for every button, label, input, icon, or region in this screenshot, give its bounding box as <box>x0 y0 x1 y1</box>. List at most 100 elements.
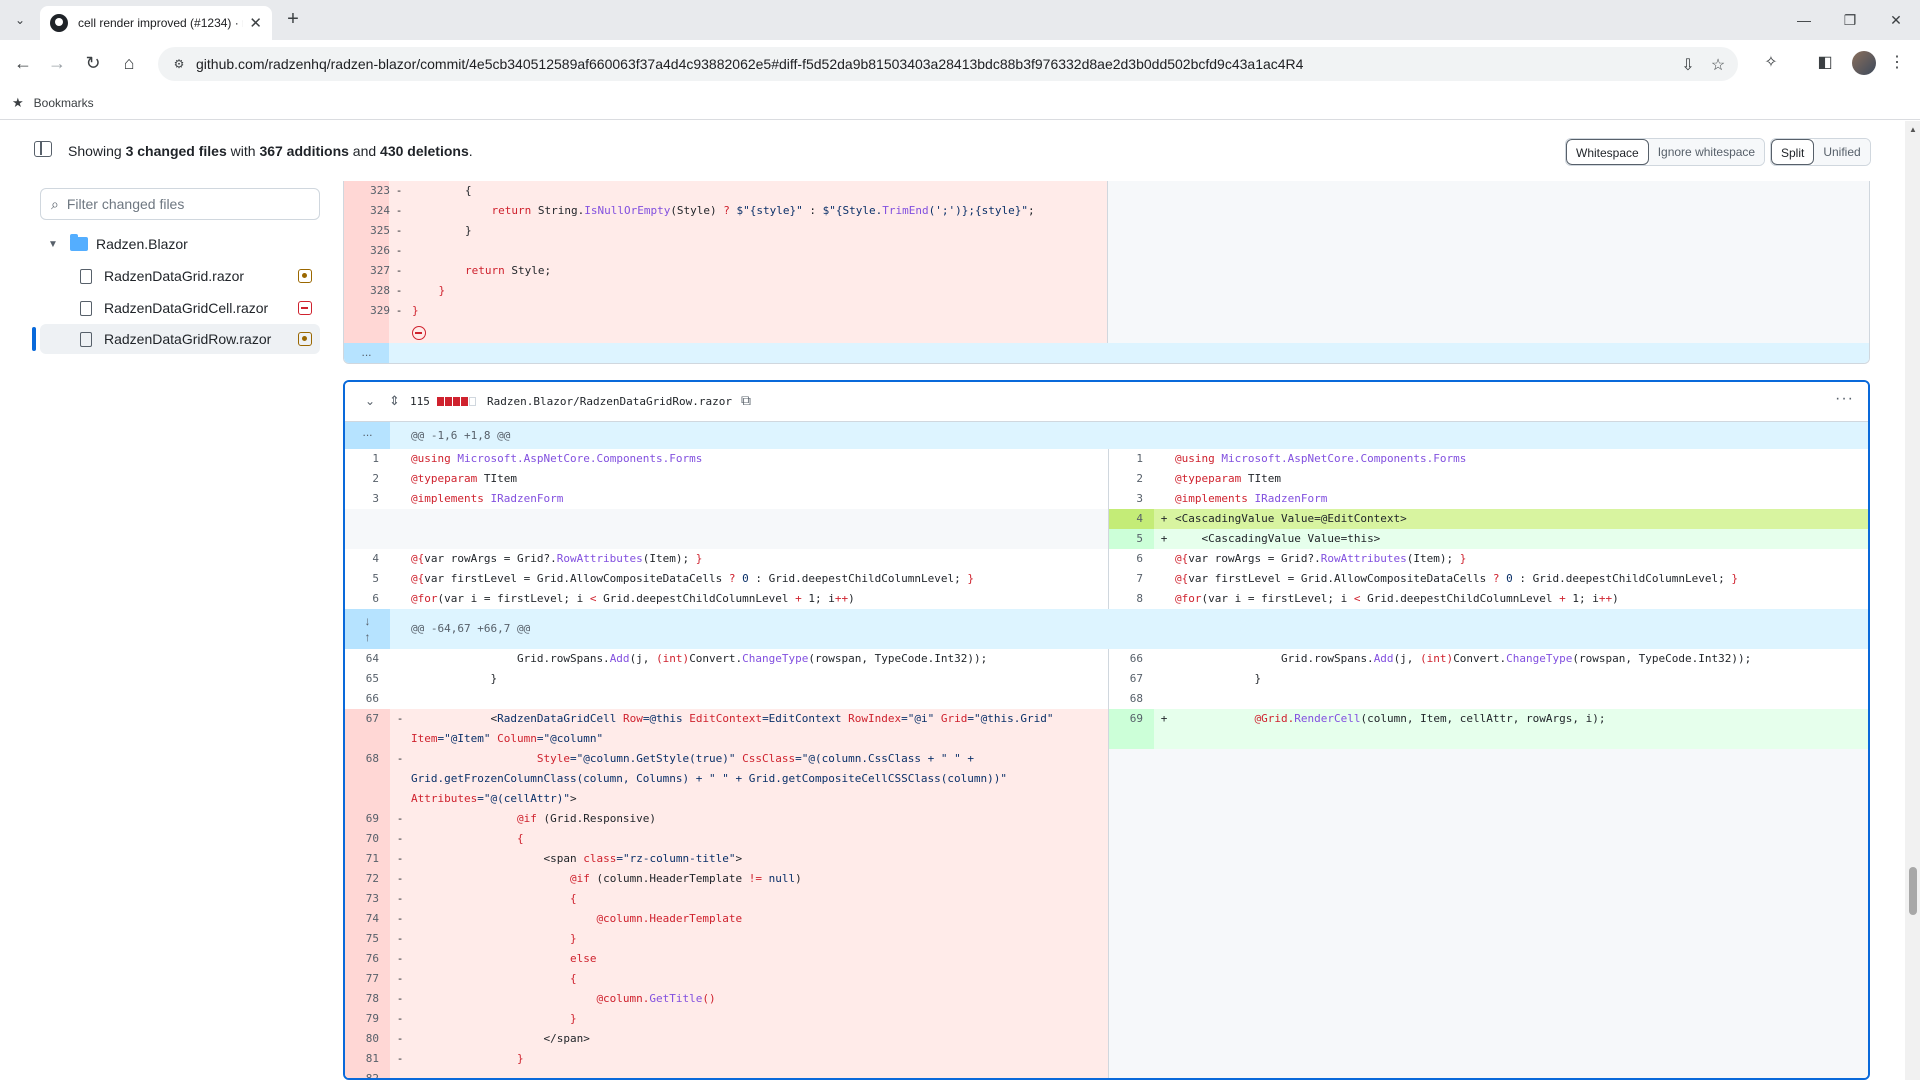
split-divider <box>1108 929 1109 949</box>
close-window-icon[interactable]: ✕ <box>1882 8 1910 32</box>
collapse-chevron-icon[interactable]: ⌄ <box>365 394 375 408</box>
page-scrollbar[interactable]: ▲ <box>1905 121 1920 1080</box>
search-icon: ⌕ <box>51 195 59 212</box>
line-number[interactable]: 79 <box>345 1009 390 1029</box>
line-number[interactable]: 71 <box>345 849 390 869</box>
tree-file-selected[interactable]: RadzenDataGridRow.razor <box>40 324 320 354</box>
line-number[interactable]: 69 <box>1109 709 1154 749</box>
new-tab-icon[interactable]: + <box>282 9 304 31</box>
file-label: RadzenDataGrid.razor <box>104 268 245 284</box>
line-number[interactable]: 69 <box>345 809 390 829</box>
line-number[interactable]: 67 <box>345 709 390 749</box>
line-number[interactable]: 1 <box>1109 449 1154 469</box>
diff-row: 75- } <box>345 929 1868 949</box>
diff-body: ... @@ -1,6 +1,8 @@ 1 @using Microsoft.AspN… <box>345 422 1868 1078</box>
file-options-icon[interactable]: ··· <box>1835 390 1854 408</box>
split-divider <box>1108 809 1109 829</box>
address-bar[interactable]: ⚙ github.com/radzenhq/radzen-blazor/comm… <box>158 47 1738 81</box>
previous-file-diff: 323- { 324- return String.IsNullOrEmpty(… <box>343 181 1870 364</box>
line-number[interactable]: 77 <box>345 969 390 989</box>
line-number[interactable]: 4 <box>1109 509 1154 529</box>
line-number[interactable]: 64 <box>345 649 390 669</box>
minimize-icon[interactable]: — <box>1790 8 1818 32</box>
filter-files-input[interactable]: ⌕ Filter changed files <box>40 188 320 220</box>
bookmarks-label[interactable]: Bookmarks <box>34 96 94 110</box>
line-number[interactable]: 4 <box>345 549 390 569</box>
diff-line-del: 80- </span> <box>345 1029 1108 1049</box>
line-number[interactable]: 2 <box>345 469 390 489</box>
line-number[interactable]: 72 <box>345 869 390 889</box>
line-number[interactable]: 3 <box>1109 489 1154 509</box>
line-number[interactable]: 65 <box>345 669 390 689</box>
line-number[interactable]: 66 <box>345 689 390 709</box>
line-number[interactable]: 6 <box>1109 549 1154 569</box>
browser-menu-icon[interactable]: ⋮ <box>1886 52 1908 74</box>
diff-row: 82- <box>345 1069 1868 1078</box>
restore-icon[interactable]: ❐ <box>1836 8 1864 32</box>
whitespace-button[interactable]: Whitespace <box>1566 139 1649 165</box>
line-number[interactable]: 7 <box>1109 569 1154 589</box>
line-number[interactable]: 5 <box>345 569 390 589</box>
code-text: Grid.rowSpans.Add(j, (int)Convert.Change… <box>411 652 988 665</box>
line-number[interactable]: 68 <box>345 749 390 809</box>
scroll-thumb[interactable] <box>1909 867 1917 915</box>
line-number[interactable]: 81 <box>345 1049 390 1069</box>
line-number[interactable]: 2 <box>1109 469 1154 489</box>
line-number[interactable]: 68 <box>1109 689 1154 709</box>
line-number[interactable]: 8 <box>1109 589 1154 609</box>
back-icon[interactable]: ← <box>10 50 36 76</box>
tab-close-icon[interactable]: ✕ <box>249 14 262 32</box>
scroll-up-icon[interactable]: ▲ <box>1909 125 1917 134</box>
copy-path-icon[interactable]: ⧉ <box>741 392 751 409</box>
line-number[interactable]: 1 <box>345 449 390 469</box>
expand-hunk-icon[interactable]: ... <box>345 422 390 449</box>
extensions-icon[interactable]: ✧ <box>1760 52 1782 74</box>
site-info-icon[interactable]: ⚙ <box>170 55 188 73</box>
line-number[interactable]: 70 <box>345 829 390 849</box>
install-app-icon[interactable]: ⇩ <box>1678 55 1698 75</box>
line-number[interactable]: 78 <box>345 989 390 1009</box>
line-number[interactable]: 73 <box>345 889 390 909</box>
line-number[interactable]: 67 <box>1109 669 1154 689</box>
line-number[interactable]: 5 <box>1109 529 1154 549</box>
browser-toolbar: ← → ↻ ⌂ ⚙ github.com/radzenhq/radzen-bla… <box>0 40 1920 86</box>
expand-all-icon[interactable]: ... <box>344 343 389 363</box>
forward-icon[interactable]: → <box>44 50 70 76</box>
line-number[interactable]: 6 <box>345 589 390 609</box>
sidebar-toggle-icon[interactable] <box>34 141 52 157</box>
line-number[interactable]: 76 <box>345 949 390 969</box>
line-number[interactable]: 3 <box>345 489 390 509</box>
code-text: @implements IRadzenForm <box>1175 492 1328 505</box>
reload-icon[interactable]: ↻ <box>80 50 106 76</box>
tree-file[interactable]: RadzenDataGrid.razor <box>80 261 320 291</box>
bookmark-star-icon[interactable]: ☆ <box>1708 55 1728 75</box>
ignore-whitespace-button[interactable]: Ignore whitespace <box>1648 139 1765 165</box>
code-text: } <box>569 932 577 945</box>
line-number[interactable]: 66 <box>1109 649 1154 669</box>
expand-hunk-icon[interactable]: ↓ ↑ <box>345 609 390 649</box>
expand-file-icon[interactable]: ⇕ <box>389 393 400 409</box>
browser-tab-active[interactable]: cell render improved (#1234) · r ✕ <box>40 6 272 40</box>
expand-row[interactable]: ... <box>344 343 1869 363</box>
code-text: @for(var i = firstLevel; i < Grid.deepes… <box>1175 592 1619 605</box>
github-page: Showing 3 changed files with 367 additio… <box>0 121 1920 1080</box>
tab-search-icon[interactable]: ⌄ <box>8 8 32 32</box>
diff-row: 4 + <CascadingValue Value=@EditContext> <box>345 509 1868 529</box>
diff-line-ctx: 67 } <box>1109 669 1868 689</box>
summary-mid2: and <box>348 143 381 159</box>
profile-avatar[interactable] <box>1852 51 1876 75</box>
tree-folder[interactable]: ▼ Radzen.Blazor <box>48 229 320 259</box>
tree-file[interactable]: RadzenDataGridCell.razor <box>80 293 320 323</box>
line-number[interactable]: 75 <box>345 929 390 949</box>
home-icon[interactable]: ⌂ <box>116 50 142 76</box>
line-number[interactable]: 82 <box>345 1069 390 1078</box>
diff-line-empty <box>1109 989 1868 1009</box>
line-number[interactable]: 74 <box>345 909 390 929</box>
split-button[interactable]: Split <box>1771 139 1815 165</box>
diff-row: 81- } <box>345 1049 1868 1069</box>
file-path[interactable]: Radzen.Blazor/RadzenDataGridRow.razor <box>487 395 732 408</box>
unified-button[interactable]: Unified <box>1814 139 1870 165</box>
line-number[interactable]: 80 <box>345 1029 390 1049</box>
diff-row: 6 @for(var i = firstLevel; i < Grid.deepe… <box>345 589 1868 609</box>
side-panel-icon[interactable]: ◧ <box>1814 52 1836 74</box>
